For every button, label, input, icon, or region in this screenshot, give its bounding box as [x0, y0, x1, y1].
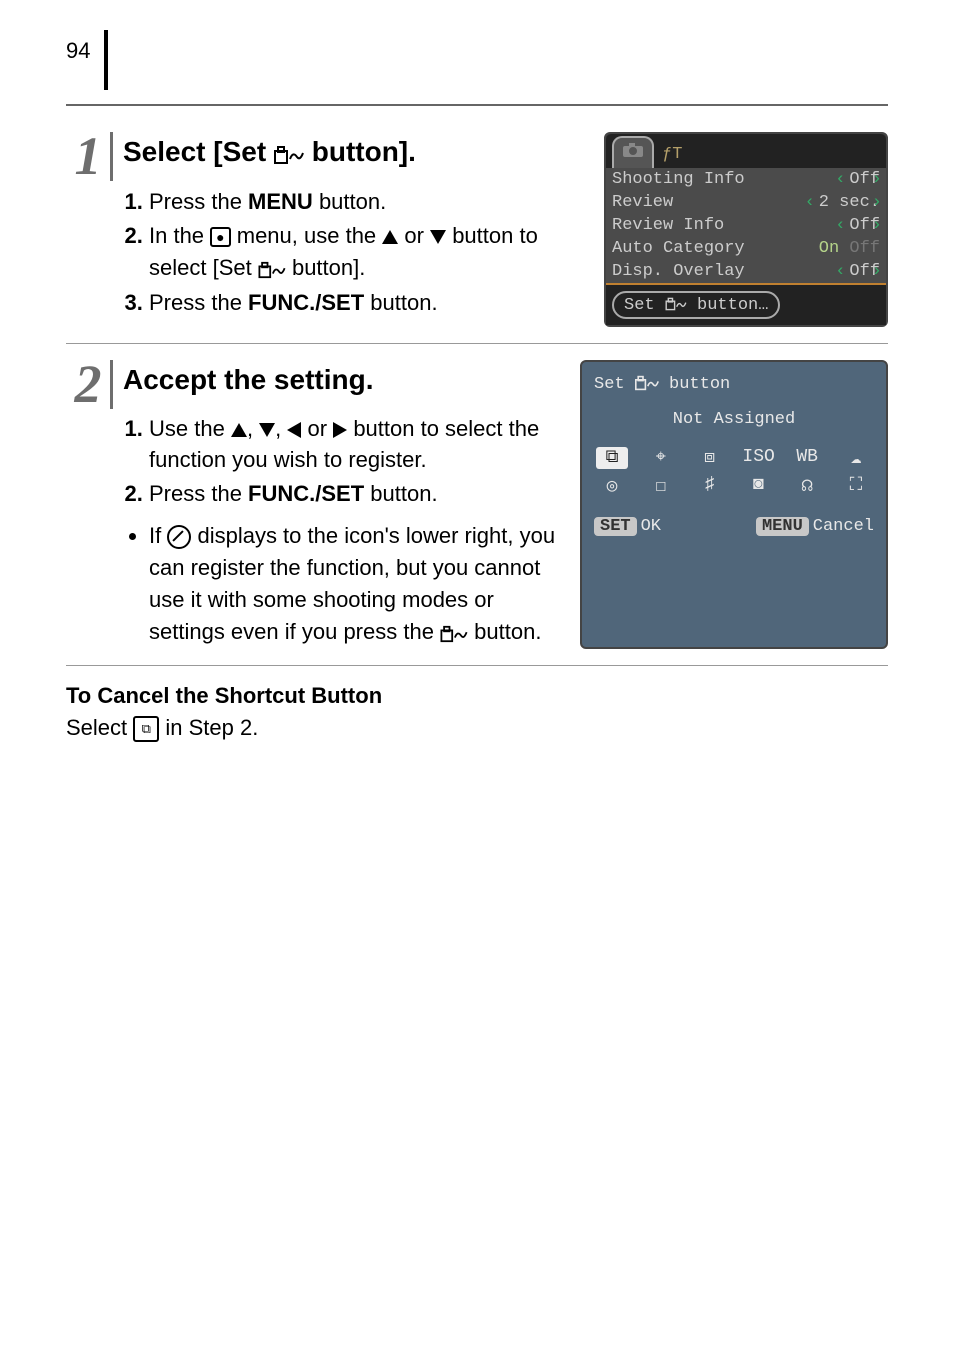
- prohibited-icon: [167, 525, 191, 549]
- s2-icon: ◙: [742, 475, 774, 497]
- rec-tab-icon: [612, 136, 654, 168]
- up-arrow-icon: [382, 230, 398, 244]
- set-button-screenshot: Set button Not Assigned ⧉ ⌖ ⧈ ISO WB ☁ ◎…: [580, 360, 888, 649]
- s2-icon: ◎: [596, 475, 628, 497]
- step-2-item-1: Use the , , or button to select the func…: [149, 413, 558, 477]
- menu-row-shooting-info: Shooting Info‹Off›: [606, 168, 886, 191]
- step-1-item-2: In the ● menu, use the or button to sele…: [149, 220, 582, 285]
- step-2-title: Accept the setting.: [123, 360, 558, 401]
- s2-icon: ISO: [742, 447, 774, 469]
- down-arrow-icon: [259, 423, 275, 437]
- s2-heading: Set button: [594, 374, 874, 394]
- menu-row-set-button: Set button…: [612, 291, 780, 319]
- s2-status: Not Assigned: [594, 410, 874, 429]
- s2-icon: ⧈: [694, 447, 726, 469]
- s2-icon: ☊: [791, 475, 823, 497]
- print-share-icon: [440, 617, 468, 649]
- right-arrow-icon: [333, 422, 347, 438]
- camera-icon: ●: [210, 227, 230, 247]
- menu-row-auto-category: Auto CategoryOn Off: [606, 237, 886, 260]
- menu-row-review-info: Review Info‹Off›: [606, 214, 886, 237]
- header-divider: [104, 30, 108, 90]
- step-1-item-3: Press the FUNC./SET button.: [149, 287, 582, 319]
- step-1-item-1: Press the MENU button.: [149, 186, 582, 218]
- step-2-item-2: Press the FUNC./SET button.: [149, 478, 558, 510]
- s2-icons-row-1: ⧉ ⌖ ⧈ ISO WB ☁: [594, 447, 874, 469]
- s2-icon: WB: [791, 447, 823, 469]
- print-share-icon: [665, 295, 687, 314]
- s2-icon: ♯: [694, 475, 726, 497]
- print-share-icon: [274, 133, 304, 174]
- section-rule: [66, 104, 888, 106]
- cancel-shortcut-heading: To Cancel the Shortcut Button: [66, 683, 382, 708]
- step-1: 1 Select [Set button]. Press the MENU bu…: [66, 116, 888, 344]
- print-share-icon: [635, 374, 659, 393]
- step-1-title: Select [Set button].: [123, 132, 582, 174]
- cancel-shortcut-section: To Cancel the Shortcut Button Select ⧉ i…: [66, 680, 888, 744]
- step-1-number: 1: [66, 132, 113, 181]
- s2-icon: ☁: [840, 447, 872, 469]
- s2-icon: ⌖: [645, 447, 677, 469]
- up-arrow-icon: [231, 423, 247, 437]
- tools-tab-icon: ƒT: [656, 141, 688, 168]
- s2-icons-row-2: ◎ ☐ ♯ ◙ ☊ ⛶: [594, 475, 874, 497]
- step-2-bullet: If displays to the icon's lower right, y…: [149, 520, 558, 649]
- camera-menu-screenshot: ƒT Shooting Info‹Off› Review‹2 sec.› Rev…: [604, 132, 888, 327]
- menu-row-disp-overlay: Disp. Overlay‹Off›: [606, 260, 886, 285]
- step-2: 2 Accept the setting. Use the , , or but…: [66, 344, 888, 666]
- left-arrow-icon: [287, 422, 301, 438]
- shortcut-off-icon: ⧉: [133, 716, 159, 742]
- print-share-icon: [258, 253, 286, 285]
- step-2-number: 2: [66, 360, 113, 409]
- s2-icon: ☐: [645, 475, 677, 497]
- s2-cancel: MENUCancel: [756, 517, 874, 536]
- page-number: 94: [66, 38, 90, 64]
- down-arrow-icon: [430, 230, 446, 244]
- s2-icon: ⧉: [596, 447, 628, 469]
- menu-row-review: Review‹2 sec.›: [606, 191, 886, 214]
- s2-icon: ⛶: [840, 475, 872, 497]
- s2-ok: SETOK: [594, 517, 661, 536]
